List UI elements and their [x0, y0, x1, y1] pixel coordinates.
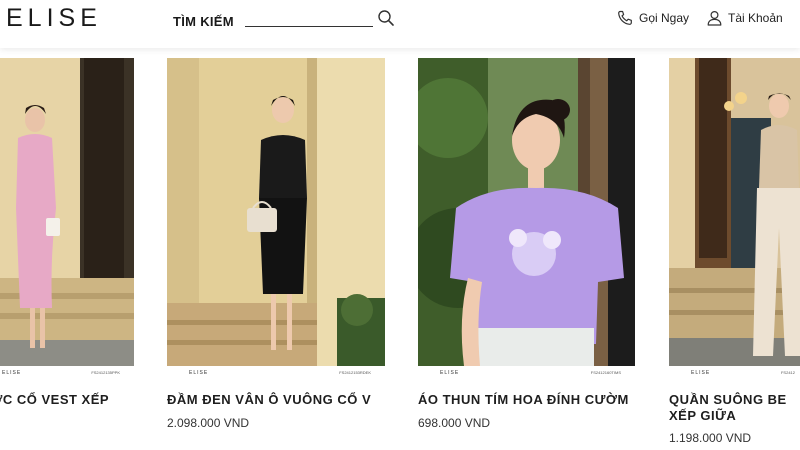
user-icon: [707, 10, 722, 26]
brand-logo[interactable]: ELISE: [6, 4, 102, 33]
site-header: ELISE TÌM KIẾM Gọi Ngay Tài Khoản: [0, 0, 800, 48]
phone-icon: [618, 10, 632, 25]
search-label: TÌM KIẾM: [173, 14, 234, 29]
product-sku: FS2412: [780, 370, 795, 375]
product-price: 698.000 VND: [418, 416, 491, 430]
account-label: Tài Khoản: [728, 11, 783, 25]
product-name[interactable]: ĐẦM ĐEN VÂN Ô VUÔNG CỔ V: [167, 392, 407, 408]
product-price: 1.198.000 VND: [669, 431, 752, 445]
product-sku: FS2412135PPK: [91, 370, 120, 375]
product-card[interactable]: ELISE FS2412160TIMS ÁO THUN TÍM HOA ĐÍNH…: [418, 58, 635, 430]
product-card[interactable]: ELISE FS2412153RDEK ĐẦM ĐEN VÂN Ô VUÔNG …: [167, 58, 385, 430]
product-brand-tag: ELISE: [440, 370, 460, 376]
product-sku: FS2412153RDEK: [339, 370, 371, 375]
product-sku: FS2412160TIMS: [590, 370, 621, 375]
product-price: 2.098.000 VND: [167, 416, 250, 430]
product-image[interactable]: [0, 58, 134, 366]
account-link[interactable]: Tài Khoản: [707, 10, 783, 26]
call-now-link[interactable]: Gọi Ngay: [617, 10, 689, 26]
product-name[interactable]: QUẦN SUÔNG BE XẾP GIỮA: [669, 392, 800, 424]
product-image[interactable]: [669, 58, 800, 366]
product-brand-tag: ELISE: [691, 370, 711, 376]
search-input[interactable]: [245, 11, 373, 27]
product-card[interactable]: ELISE FS2412 QUẦN SUÔNG BE XẾP GIỮA 1.19…: [669, 58, 800, 445]
product-image[interactable]: [167, 58, 385, 366]
product-card[interactable]: ELISE FS2412135PPK ƯỚC CỔ VEST XẾP: [0, 58, 134, 407]
search-button[interactable]: [377, 9, 397, 29]
product-name[interactable]: ÁO THUN TÍM HOA ĐÍNH CƯỜM: [418, 392, 658, 408]
product-brand-tag: ELISE: [2, 370, 22, 376]
product-image[interactable]: [418, 58, 635, 366]
call-now-label: Gọi Ngay: [639, 11, 690, 25]
search-icon: [378, 10, 394, 26]
product-brand-tag: ELISE: [189, 370, 209, 376]
